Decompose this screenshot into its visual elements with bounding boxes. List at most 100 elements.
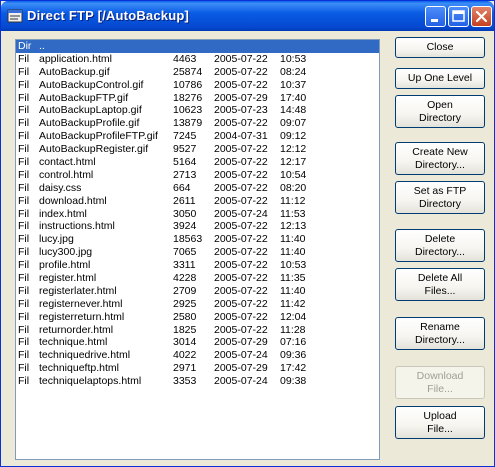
list-item[interactable]: Fil AutoBackupRegister.gif 9527 2005-07-22 1… [16,143,379,156]
create-directory-button[interactable]: Create New Directory... [395,142,485,175]
list-item[interactable]: Fil registernever.html 2925 2005-07-22 11:42 [16,298,379,311]
file-date: 2005-07-22 [214,233,268,246]
file-name: instructions.html [39,220,115,233]
file-date: 2005-07-22 [214,156,268,169]
entry-type: Fil [18,65,30,78]
file-time: 11:28 [280,323,306,336]
file-date: 2005-07-22 [214,297,268,310]
list-item[interactable]: Fil download.html 2611 2005-07-22 11:12 [16,195,379,208]
file-date: 2005-07-22 [214,194,268,207]
file-name: application.html [39,52,112,65]
set-ftp-directory-button[interactable]: Set as FTP Directory [395,181,485,214]
list-item[interactable]: Fil AutoBackupProfile.gif 13879 2005-07-22 0… [16,117,379,130]
list-item[interactable]: Dir.. [16,40,379,53]
list-item[interactable]: Fil registerreturn.html 2580 2005-07-22 12:0… [16,311,379,324]
file-date: 2005-07-22 [214,168,268,181]
file-time: 11:40 [280,246,306,259]
list-item[interactable]: Fil daisy.css 664 2005-07-22 08:20 [16,182,379,195]
file-name: control.html [39,168,94,181]
ftp-window: Direct FTP [/AutoBackup] Dir.. Fil applica… [0,0,495,467]
file-date: 2005-07-22 [214,65,268,78]
up-one-level-button-label: Up One Level [407,72,473,84]
file-size: 3353 [173,375,197,388]
list-item[interactable]: Fil contact.html 5164 2005-07-22 12:17 [16,156,379,169]
list-item[interactable]: Fil AutoBackupProfileFTP.gif 7245 2004-07-3… [16,130,379,143]
file-time: 11:40 [280,233,306,246]
list-item[interactable]: Fil index.html 3050 2005-07-24 11:53 [16,208,379,221]
entry-type: Fil [18,78,30,91]
close-window-button[interactable] [471,6,492,27]
file-size: 7065 [173,246,197,259]
file-name: AutoBackupRegister.gif [39,143,149,156]
file-name: profile.html [39,259,91,272]
open-directory-button[interactable]: Open Directory [395,95,485,128]
maximize-button[interactable] [448,6,469,27]
file-time: 10:53 [280,52,307,65]
entry-type: Fil [18,168,30,181]
download-file-button[interactable]: Download File... [395,366,485,399]
delete-all-files-button-label: Delete All Files... [417,271,463,297]
entry-type: Fil [18,323,30,336]
list-item[interactable]: Fil application.html 4463 2005-07-22 10:53 [16,53,379,66]
file-size: 3924 [173,220,197,233]
entry-type: Fil [18,349,30,362]
file-size: 3050 [173,207,197,220]
list-item[interactable]: Fil techniqueftp.html 2971 2005-07-29 17:42 [16,362,379,375]
list-item[interactable]: Fil returnorder.html 1825 2005-07-22 11:28 [16,324,379,337]
file-time: 14:48 [280,104,307,117]
app-icon [7,9,23,23]
file-name: AutoBackupControl.gif [39,78,144,91]
list-item[interactable]: Fil profile.html 3311 2005-07-22 10:53 [16,259,379,272]
list-item[interactable]: Fil techniquelaptops.html 3353 2005-07-24 09… [16,375,379,388]
file-name: lucy300.jpg [39,246,93,259]
file-date: 2005-07-23 [214,104,268,117]
minimize-button[interactable] [425,6,446,27]
set-ftp-directory-button-label: Set as FTP Directory [413,184,467,210]
file-name: technique.html [39,336,108,349]
file-size: 13879 [173,117,203,130]
title-bar[interactable]: Direct FTP [/AutoBackup] [1,1,494,31]
list-item[interactable]: Fil technique.html 3014 2005-07-29 07:16 [16,336,379,349]
list-item[interactable]: Fil control.html 2713 2005-07-22 10:54 [16,169,379,182]
entry-type: Fil [18,375,30,388]
file-time: 12:13 [280,220,307,233]
close-button[interactable]: Close [395,37,485,58]
rename-directory-button[interactable]: Rename Directory... [395,317,485,350]
file-name: registerreturn.html [39,310,125,323]
file-date: 2005-07-22 [214,246,268,259]
entry-type: Fil [18,297,30,310]
list-item[interactable]: Fil lucy.jpg 18563 2005-07-22 11:40 [16,233,379,246]
entry-type: Fil [18,233,30,246]
upload-file-button[interactable]: Upload File... [395,406,485,439]
list-item[interactable]: Fil instructions.html 3924 2005-07-22 12:13 [16,220,379,233]
entry-type: Fil [18,246,30,259]
entry-type: Fil [18,117,30,130]
list-item[interactable]: Fil AutoBackupControl.gif 10786 2005-07-22 1… [16,79,379,92]
list-item[interactable]: Fil lucy300.jpg 7065 2005-07-22 11:40 [16,246,379,259]
list-item[interactable]: Fil AutoBackupFTP.gif 18276 2005-07-29 17:40 [16,92,379,105]
file-date: 2004-07-31 [214,130,268,143]
file-listbox[interactable]: Dir.. Fil application.html 4463 2005-07-22 10… [15,39,380,460]
list-item[interactable]: Fil AutoBackup.gif 25874 2005-07-22 08:24 [16,66,379,79]
list-item[interactable]: Fil register.html 4228 2005-07-22 11:35 [16,272,379,285]
file-name: lucy.jpg [39,233,74,246]
file-name: contact.html [39,156,96,169]
file-date: 2005-07-24 [214,375,268,388]
file-time: 11:40 [280,284,306,297]
delete-directory-button-label: Delete Directory... [415,232,465,258]
file-time: 09:12 [280,130,307,143]
open-directory-button-label: Open Directory [418,98,461,124]
file-time: 10:54 [280,168,307,181]
list-item[interactable]: Fil registerlater.html 2709 2005-07-22 11:40 [16,285,379,298]
delete-directory-button[interactable]: Delete Directory... [395,229,485,262]
file-size: 664 [173,181,191,194]
delete-all-files-button[interactable]: Delete All Files... [395,268,485,301]
up-one-level-button[interactable]: Up One Level [395,68,485,89]
file-name: registerlater.html [39,284,117,297]
list-item[interactable]: Fil AutoBackupLaptop.gif 10623 2005-07-23 14… [16,104,379,117]
file-name: AutoBackupProfile.gif [39,117,140,130]
list-item[interactable]: Fil techniquedrive.html 4022 2005-07-24 09:3… [16,349,379,362]
download-file-button-label: Download File... [416,369,464,395]
file-size: 18563 [173,233,203,246]
file-time: 11:53 [280,207,306,220]
